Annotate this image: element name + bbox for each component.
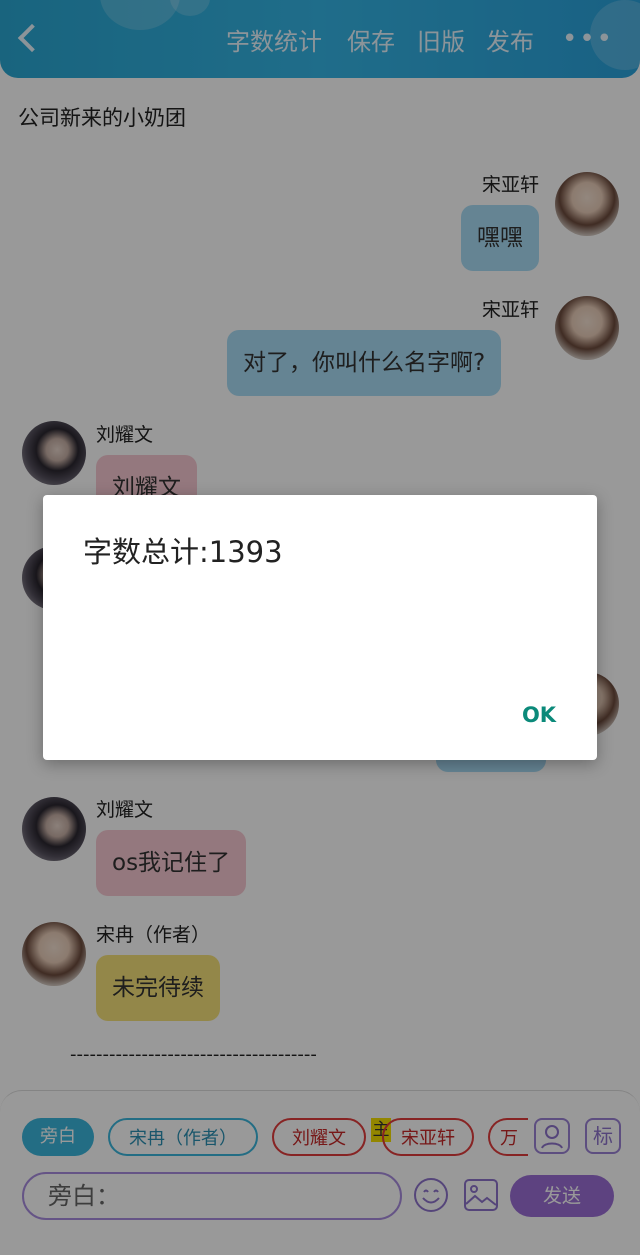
- ok-button[interactable]: OK: [499, 695, 579, 735]
- dialog-message: 字数总计:1393: [83, 535, 283, 569]
- word-count-dialog: 字数总计:1393 OK: [43, 495, 597, 760]
